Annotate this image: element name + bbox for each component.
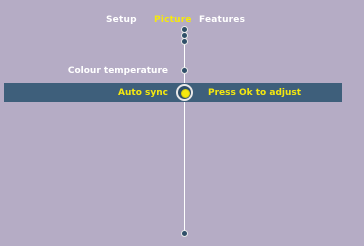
tab-picture[interactable]: Picture: [154, 15, 192, 25]
adjust-hint: Press Ok to adjust: [208, 88, 302, 98]
tab-features[interactable]: Features: [199, 15, 245, 25]
selected-knob-center-icon: [181, 89, 190, 98]
circle-knob-icon: [181, 38, 188, 45]
circle-knob-icon: [181, 67, 188, 74]
menu-item-colour-temperature[interactable]: Colour temperature: [68, 66, 168, 76]
tv-menu-screen: Setup Picture Features Colour temperatur…: [0, 0, 364, 246]
menu-item-auto-sync[interactable]: Auto sync: [118, 88, 168, 98]
circle-knob-icon: [181, 230, 188, 237]
selected-knob-icon: [176, 84, 193, 101]
tab-setup[interactable]: Setup: [106, 15, 137, 25]
